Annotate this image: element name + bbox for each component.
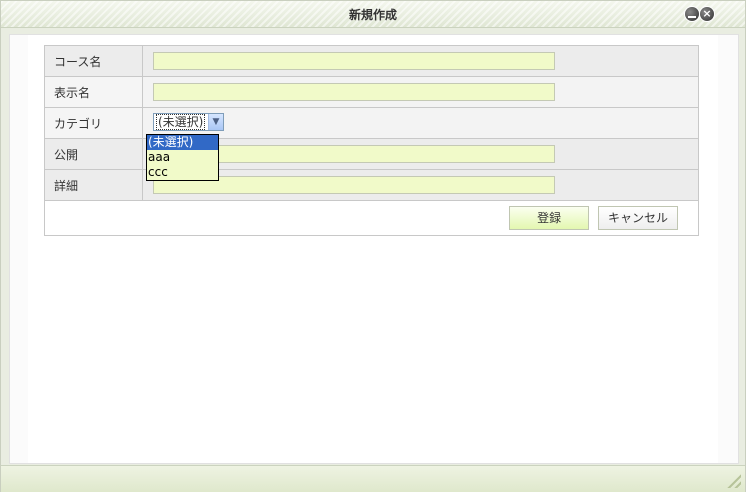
dialog-title: 新規作成 [348, 8, 397, 22]
title-bar[interactable]: 新規作成 × [1, 1, 745, 28]
form-row-public: 公開 [44, 138, 699, 170]
course-form: コース名 表示名 カテゴリ (未選択) ▼ 公開 詳細 登録 キャンセル [44, 45, 699, 236]
course-name-label: コース名 [44, 45, 143, 77]
status-bar [1, 465, 745, 492]
category-dropdown-list: (未選択) aaa ccc [146, 134, 219, 181]
category-option[interactable]: aaa [147, 150, 218, 165]
cancel-button[interactable]: キャンセル [598, 206, 678, 230]
display-name-input[interactable] [153, 83, 555, 101]
create-dialog: 新規作成 × コース名 表示名 カテゴリ (未選択) ▼ 公開 詳細 登録 キャ… [0, 0, 746, 492]
course-name-input[interactable] [153, 52, 555, 70]
category-selected-value: (未選択) [156, 113, 206, 130]
resize-grip-icon[interactable] [725, 472, 741, 488]
form-row-details: 詳細 [44, 169, 699, 201]
content-area: コース名 表示名 カテゴリ (未選択) ▼ 公開 詳細 登録 キャンセル [28, 35, 718, 463]
category-option[interactable]: ccc [147, 165, 218, 180]
category-label: カテゴリ [44, 107, 143, 139]
close-icon[interactable]: × [700, 7, 714, 21]
form-row-category: カテゴリ (未選択) ▼ [44, 107, 699, 139]
content-panel: コース名 表示名 カテゴリ (未選択) ▼ 公開 詳細 登録 キャンセル [9, 34, 739, 464]
form-row-display-name: 表示名 [44, 76, 699, 108]
display-name-label: 表示名 [44, 76, 143, 108]
public-label: 公開 [44, 138, 143, 170]
category-option[interactable]: (未選択) [147, 135, 218, 150]
chevron-down-icon[interactable]: ▼ [208, 113, 223, 130]
category-select[interactable]: (未選択) ▼ [153, 112, 224, 131]
minimize-icon[interactable] [685, 7, 699, 21]
details-label: 詳細 [44, 169, 143, 201]
form-row-course-name: コース名 [44, 45, 699, 77]
register-button[interactable]: 登録 [509, 206, 590, 230]
form-actions-row: 登録 キャンセル [44, 200, 699, 236]
